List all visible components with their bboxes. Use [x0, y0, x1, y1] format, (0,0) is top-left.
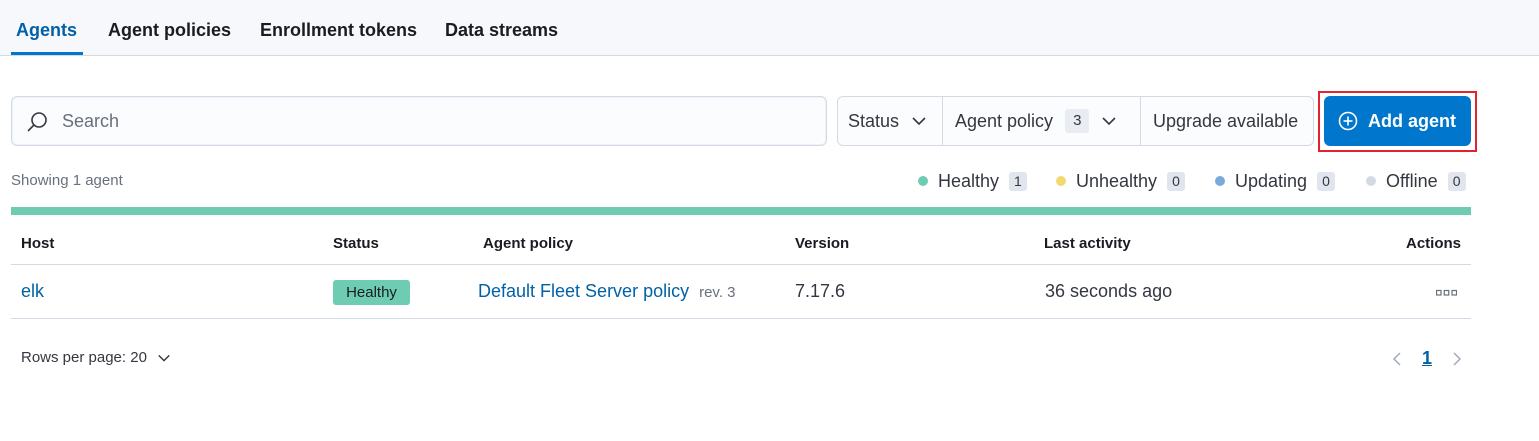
legend-label: Healthy: [938, 170, 1000, 191]
search-input[interactable]: [62, 97, 802, 145]
chevron-down-icon: [912, 117, 926, 126]
updating-dot-icon: [1215, 176, 1225, 186]
column-header-status[interactable]: Status: [333, 235, 379, 252]
status-badge: Healthy: [333, 280, 410, 305]
more-actions-icon[interactable]: [1436, 289, 1457, 297]
column-header-last-activity[interactable]: Last activity: [1044, 235, 1131, 252]
unhealthy-dot-icon: [1056, 176, 1066, 186]
tab-agent-policies[interactable]: Agent policies: [108, 20, 231, 41]
chevron-down-icon: [1102, 117, 1116, 126]
legend-updating: Updating 0: [1215, 170, 1335, 192]
status-filter-label: Status: [848, 110, 900, 131]
search-field[interactable]: [11, 96, 827, 146]
last-activity-cell: 36 seconds ago: [1045, 281, 1173, 301]
legend-count: 1: [1009, 171, 1027, 191]
add-agent-button[interactable]: Add agent: [1324, 96, 1471, 146]
legend-label: Unhealthy: [1076, 170, 1158, 191]
status-filter-button[interactable]: Status: [838, 97, 943, 145]
add-agent-label: Add agent: [1368, 110, 1456, 131]
agent-health-bar: [11, 207, 1471, 215]
active-tab-indicator: [11, 52, 83, 55]
agent-policy-link[interactable]: Default Fleet Server policy: [478, 281, 689, 301]
legend-healthy: Healthy 1: [918, 170, 1027, 192]
rows-per-page-label: Rows per page: 20: [21, 349, 147, 366]
policy-revision: rev. 3: [699, 284, 736, 301]
header-divider: [11, 264, 1471, 265]
legend-count: 0: [1447, 171, 1466, 191]
legend-count: 0: [1167, 171, 1185, 191]
agent-policy-count-badge: 3: [1065, 109, 1090, 133]
tabs-bar: Agents Agent policies Enrollment tokens …: [0, 0, 1539, 56]
search-icon: [27, 112, 47, 132]
filter-group: Status Agent policy 3 Upgrade available: [837, 96, 1314, 146]
legend-unhealthy: Unhealthy 0: [1056, 170, 1185, 192]
previous-page-icon[interactable]: [1390, 350, 1404, 368]
column-header-actions: Actions: [1406, 235, 1462, 252]
legend-offline: Offline 0: [1366, 170, 1466, 192]
offline-dot-icon: [1366, 176, 1376, 186]
tab-data-streams[interactable]: Data streams: [445, 20, 558, 41]
version-cell: 7.17.6: [795, 281, 846, 301]
legend-count: 0: [1317, 171, 1335, 191]
page-number-button[interactable]: 1: [1422, 348, 1432, 369]
healthy-dot-icon: [918, 176, 928, 186]
agent-policy-filter-button[interactable]: Agent policy 3: [943, 97, 1141, 145]
upgrade-available-label: Upgrade available: [1153, 110, 1299, 131]
agent-policy-filter-label: Agent policy: [955, 110, 1054, 131]
next-page-icon[interactable]: [1450, 350, 1464, 368]
tab-enrollment-tokens[interactable]: Enrollment tokens: [260, 20, 417, 41]
plus-in-circle-icon: [1338, 111, 1358, 131]
row-divider: [11, 318, 1471, 319]
legend-label: Offline: [1386, 170, 1438, 191]
column-header-agent-policy[interactable]: Agent policy: [483, 235, 573, 252]
column-header-version[interactable]: Version: [795, 235, 849, 252]
host-link[interactable]: elk: [21, 281, 44, 302]
showing-count-text: Showing 1 agent: [11, 172, 123, 189]
tab-agents[interactable]: Agents: [16, 20, 77, 41]
column-header-host[interactable]: Host: [21, 235, 54, 252]
chevron-down-icon: [158, 354, 170, 362]
legend-label: Updating: [1235, 170, 1308, 191]
rows-per-page-selector[interactable]: Rows per page: 20: [21, 349, 171, 366]
upgrade-available-filter-button[interactable]: Upgrade available: [1141, 97, 1313, 145]
agent-policy-cell: Default Fleet Server policy rev. 3: [478, 281, 736, 302]
